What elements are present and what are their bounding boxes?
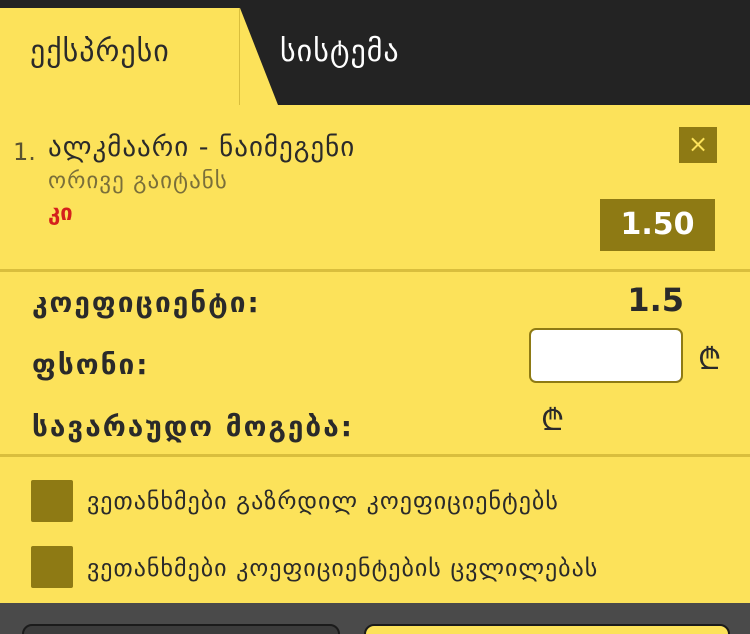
stake-label: ფსონი:	[32, 348, 150, 381]
bet-pick: კი	[48, 201, 73, 226]
close-icon: ×	[687, 130, 709, 158]
coefficient-label: კოეფიციენტი:	[32, 286, 261, 319]
accept-changes-checkbox[interactable]	[31, 546, 73, 588]
bet-type-tabs: ექსპრესი სისტემა	[0, 8, 750, 105]
accept-changes-label[interactable]: ვეთანხმები კოეფიციენტების ცვლილებას	[87, 554, 598, 582]
bet-odd: 1.50	[600, 199, 715, 251]
divider	[0, 454, 750, 457]
bet-match-name: ალკმაარი - ნაიმეგენი	[48, 132, 356, 163]
lari-icon: ₾	[698, 342, 722, 377]
accept-increased-checkbox[interactable]	[31, 480, 73, 522]
primary-button[interactable]	[364, 624, 730, 634]
tab-express-label: ექსპრესი	[30, 34, 170, 69]
betslip-panel: 1. ალკმაარი - ნაიმეგენი ორივე გაიტანს კი…	[0, 105, 750, 603]
divider	[0, 269, 750, 272]
lari-icon: ₾	[541, 403, 565, 438]
potential-win-label: სავარაუდო მოგება:	[32, 410, 354, 443]
secondary-button[interactable]	[22, 624, 340, 634]
bet-number: 1.	[13, 138, 36, 166]
bottom-bar	[0, 603, 750, 634]
accept-increased-label[interactable]: ვეთანხმები გაზრდილ კოეფიციენტებს	[87, 487, 559, 515]
bet-market: ორივე გაიტანს	[48, 168, 228, 194]
tab-divider	[239, 8, 240, 105]
coefficient-value: 1.5	[627, 281, 684, 319]
tab-system[interactable]: სისტემა	[280, 34, 400, 69]
remove-bet-button[interactable]: ×	[679, 127, 717, 163]
tab-express[interactable]: ექსპრესი	[0, 8, 278, 105]
top-strip	[0, 0, 750, 8]
stake-input[interactable]	[529, 328, 683, 383]
